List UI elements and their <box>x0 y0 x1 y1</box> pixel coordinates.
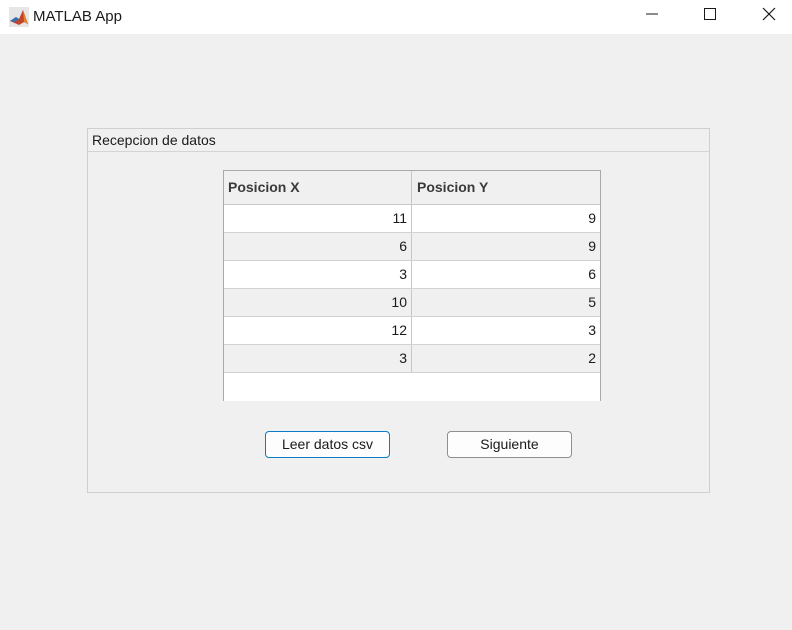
data-table[interactable]: Posicion X Posicion Y 11 9 6 9 3 6 10 5 … <box>223 170 601 401</box>
table-row[interactable]: 11 9 <box>224 205 600 233</box>
minimize-icon <box>646 7 658 25</box>
table-header: Posicion X Posicion Y <box>224 171 600 205</box>
window-title: MATLAB App <box>33 8 122 25</box>
table-cell-y[interactable]: 2 <box>412 345 600 372</box>
table-cell-y[interactable]: 6 <box>412 261 600 288</box>
table-cell-y[interactable]: 9 <box>412 233 600 260</box>
table-row[interactable]: 10 5 <box>224 289 600 317</box>
table-row-empty[interactable] <box>224 373 600 401</box>
matlab-logo-icon <box>9 7 29 27</box>
close-button[interactable] <box>746 0 792 32</box>
minimize-button[interactable] <box>629 0 675 32</box>
panel-title-bar: Recepcion de datos <box>88 129 709 152</box>
window-titlebar: MATLAB App <box>0 0 792 34</box>
table-cell-x[interactable]: 3 <box>224 261 412 288</box>
table-cell-x[interactable]: 3 <box>224 345 412 372</box>
maximize-icon <box>704 7 716 25</box>
maximize-button[interactable] <box>687 0 733 32</box>
table-body: 11 9 6 9 3 6 10 5 12 3 3 2 <box>224 205 600 401</box>
read-csv-button[interactable]: Leer datos csv <box>265 431 390 458</box>
table-cell-x[interactable]: 6 <box>224 233 412 260</box>
table-row[interactable]: 12 3 <box>224 317 600 345</box>
table-cell-y[interactable] <box>412 373 600 400</box>
table-cell-x[interactable]: 12 <box>224 317 412 344</box>
panel-title: Recepcion de datos <box>92 132 216 148</box>
table-cell-x[interactable] <box>224 373 412 400</box>
data-reception-panel: Recepcion de datos Posicion X Posicion Y… <box>87 128 710 493</box>
table-cell-x[interactable]: 11 <box>224 205 412 232</box>
column-header-posicion-y[interactable]: Posicion Y <box>412 171 600 204</box>
table-row[interactable]: 6 9 <box>224 233 600 261</box>
column-header-posicion-x[interactable]: Posicion X <box>224 171 412 204</box>
table-cell-y[interactable]: 9 <box>412 205 600 232</box>
close-icon <box>762 7 776 26</box>
table-row[interactable]: 3 2 <box>224 345 600 373</box>
table-row[interactable]: 3 6 <box>224 261 600 289</box>
next-button[interactable]: Siguiente <box>447 431 572 458</box>
table-cell-x[interactable]: 10 <box>224 289 412 316</box>
table-cell-y[interactable]: 5 <box>412 289 600 316</box>
table-cell-y[interactable]: 3 <box>412 317 600 344</box>
